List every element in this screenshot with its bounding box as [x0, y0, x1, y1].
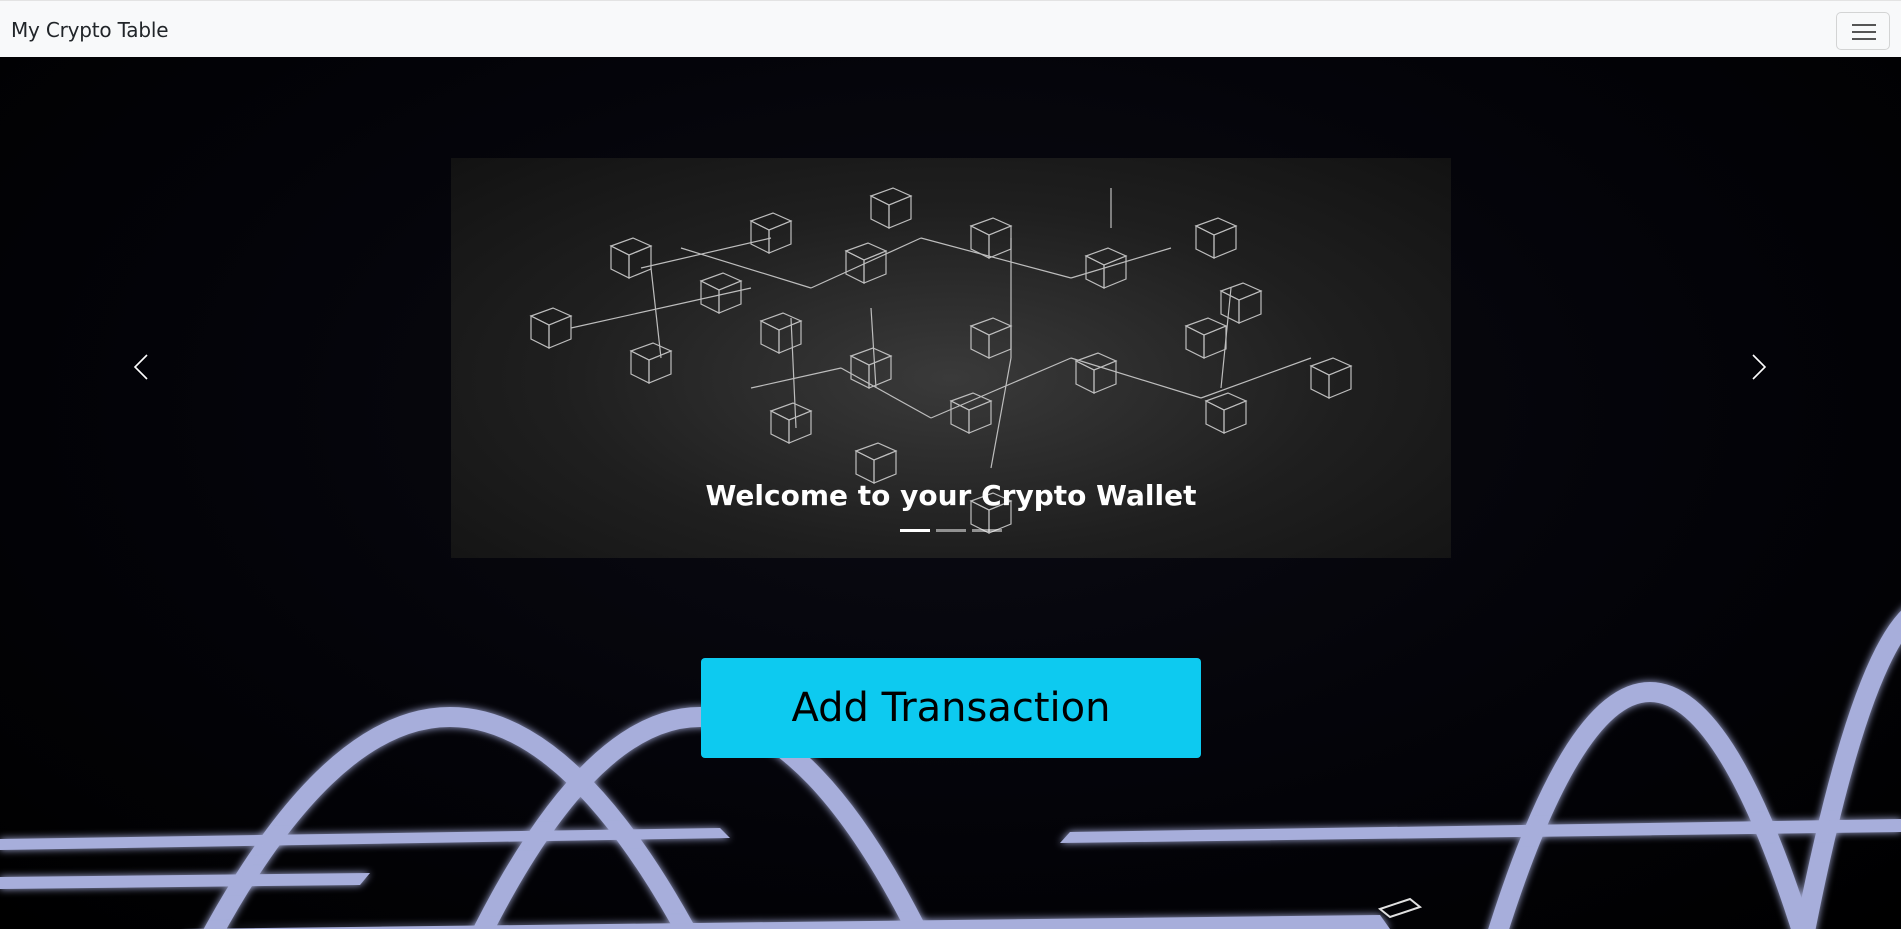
carousel-indicator-2[interactable] [936, 529, 966, 532]
carousel-indicators [451, 529, 1451, 532]
hero-section: Welcome to your Crypto Wallet Add Transa… [0, 57, 1901, 929]
navbar-brand[interactable]: My Crypto Table [11, 18, 169, 42]
chevron-left-icon [133, 354, 148, 380]
carousel-next-button[interactable] [1739, 337, 1779, 397]
carousel: Welcome to your Crypto Wallet [451, 158, 1451, 558]
chevron-right-icon [1752, 354, 1767, 380]
carousel-caption: Welcome to your Crypto Wallet [705, 479, 1197, 512]
navbar-toggle-button[interactable] [1836, 12, 1890, 50]
carousel-indicator-1[interactable] [900, 529, 930, 532]
add-transaction-button[interactable]: Add Transaction [701, 658, 1201, 758]
hamburger-icon [1852, 24, 1876, 26]
navbar: My Crypto Table [0, 0, 1901, 57]
carousel-prev-button[interactable] [121, 337, 161, 397]
carousel-indicator-3[interactable] [972, 529, 1002, 532]
